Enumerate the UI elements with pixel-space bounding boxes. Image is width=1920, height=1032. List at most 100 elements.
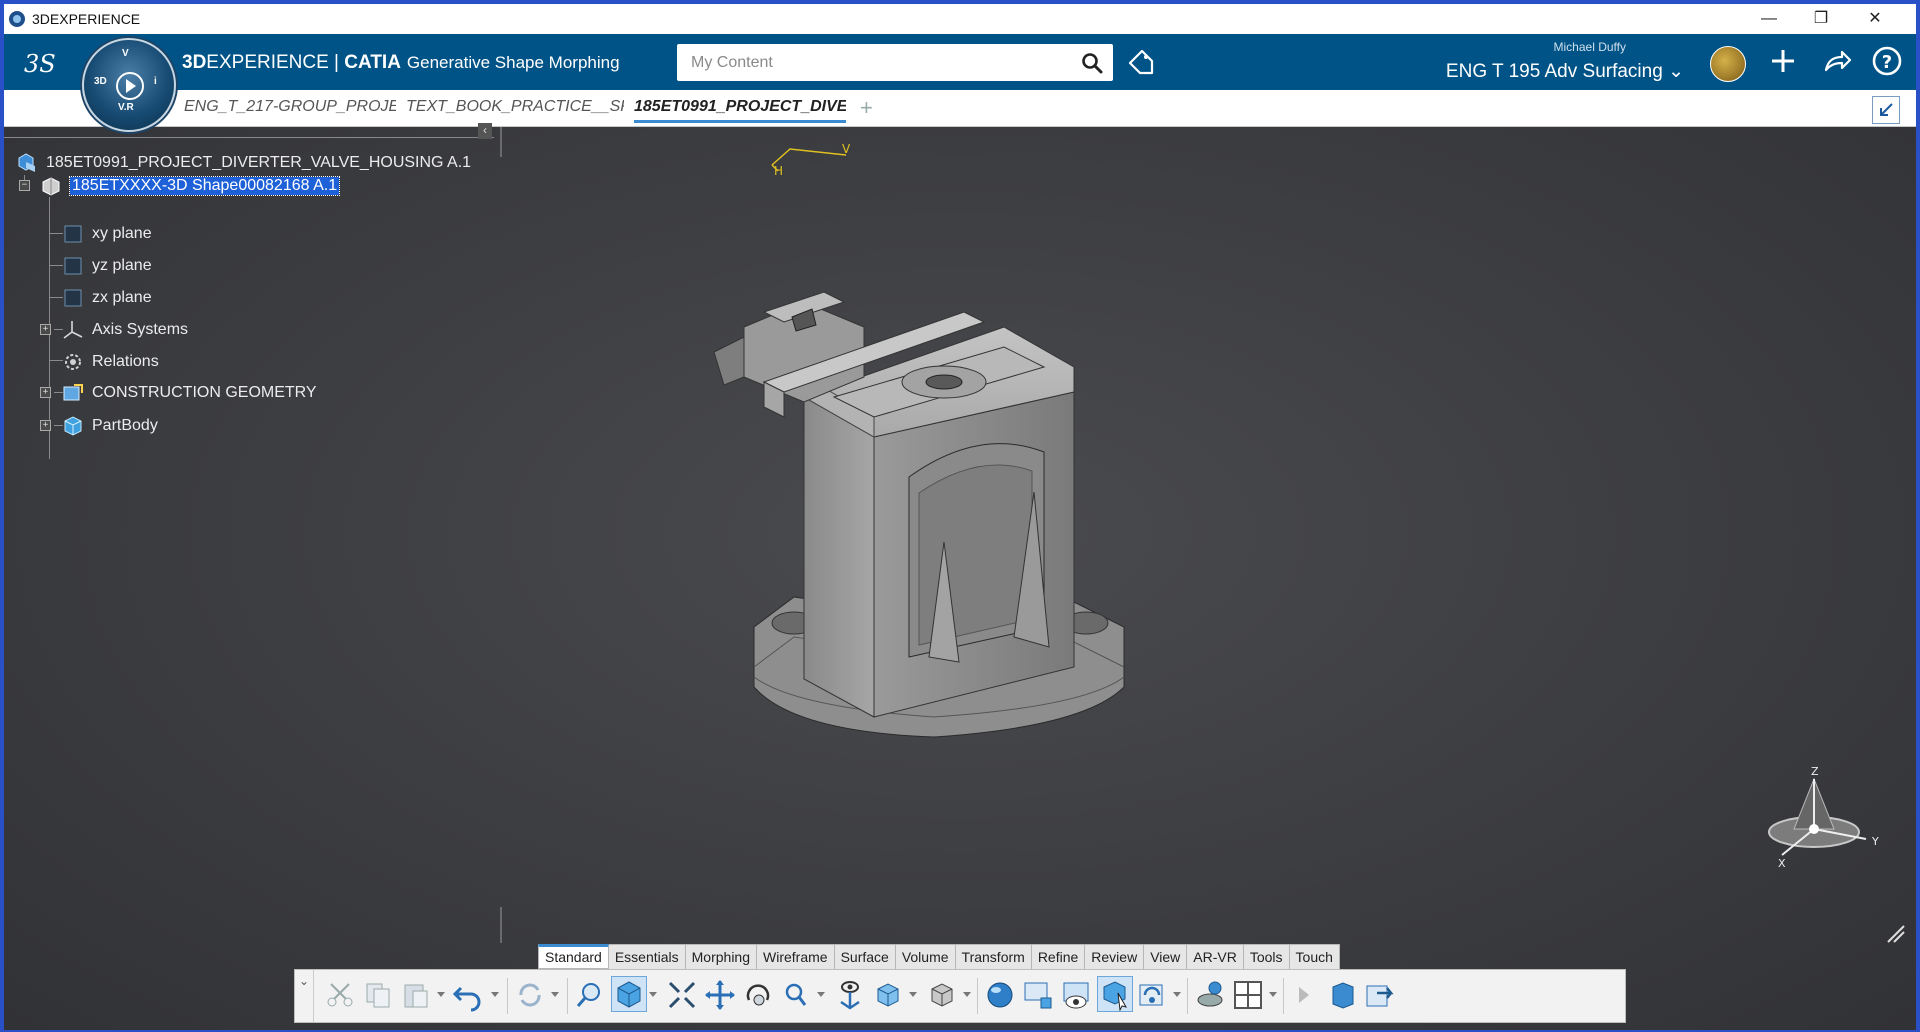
perspective-icon[interactable] <box>1325 978 1359 1012</box>
zx-plane-label: zx plane <box>92 289 152 306</box>
fit-all-in-icon[interactable] <box>665 978 699 1012</box>
tree-node-yz-plane[interactable]: yz plane <box>62 253 152 279</box>
3d-viewport[interactable]: ‹ 185ET0991_PROJECT_DIVERTER_VALVE_HOUSI… <box>4 123 1916 1030</box>
tree-node-axis-systems[interactable]: Axis Systems <box>62 317 188 343</box>
view-mode-dropdown-icon[interactable] <box>649 992 657 997</box>
share-icon[interactable] <box>1820 44 1854 78</box>
cut-icon[interactable] <box>323 978 357 1012</box>
rotate-icon[interactable] <box>741 978 775 1012</box>
chevron-down-icon: ⌄ <box>1668 61 1684 82</box>
zoom-dropdown-icon[interactable] <box>817 992 825 997</box>
axis-system-icon <box>63 321 83 339</box>
section-tab-volume[interactable]: Volume <box>895 944 956 970</box>
tree-splitter-bottom[interactable] <box>500 907 502 943</box>
layout-dropdown-icon[interactable] <box>1269 992 1277 997</box>
render-style-dropdown-icon[interactable] <box>963 992 971 997</box>
search-icon[interactable] <box>1081 52 1103 74</box>
add-tab-icon[interactable]: + <box>860 95 873 121</box>
3d-orientation-compass[interactable]: Z Y X <box>1754 767 1904 887</box>
brand-separator: | <box>328 52 345 73</box>
normal-view-icon[interactable] <box>833 978 867 1012</box>
standard-views-icon[interactable] <box>871 978 905 1012</box>
pan-icon[interactable] <box>703 978 737 1012</box>
tree-node-construction-geometry[interactable]: CONSTRUCTION GEOMETRY <box>62 380 317 406</box>
collaborative-space-selector[interactable]: ENG T 195 Adv Surfacing ⌄ <box>1446 60 1684 83</box>
selection-mode-icon[interactable] <box>1097 976 1133 1012</box>
tab-185et0991-project[interactable]: 185ET0991_PROJECT_DIVE <box>634 98 846 123</box>
expand-node-icon[interactable]: + <box>40 324 51 335</box>
expand-node-icon[interactable]: + <box>40 387 51 398</box>
section-tab-ar-vr[interactable]: AR-VR <box>1187 944 1244 970</box>
undo-icon[interactable] <box>451 978 485 1012</box>
tree-node-partbody[interactable]: PartBody <box>62 413 158 439</box>
plane-icon <box>64 225 82 243</box>
multi-view-icon[interactable] <box>1021 978 1055 1012</box>
hide-show-icon[interactable] <box>1059 978 1093 1012</box>
help-icon[interactable]: ? <box>1870 44 1904 78</box>
section-tab-surface[interactable]: Surface <box>834 944 896 970</box>
tag-icon[interactable] <box>1126 47 1156 77</box>
app-subtitle: Generative Shape Morphing <box>406 53 620 72</box>
undo-dropdown-icon[interactable] <box>491 992 499 997</box>
relations-icon <box>65 354 81 370</box>
app-window: 3DEXPERIENCE — ❐ ✕ 3S 3DEXPERIENCE | CAT… <box>4 4 1916 1030</box>
tab-eng-t-217[interactable]: ENG_T_217-GROUP_PROJECT <box>184 98 396 116</box>
resize-grip-icon[interactable] <box>1884 922 1908 946</box>
3ds-logo-icon[interactable]: 3S <box>20 44 60 80</box>
swap-visible-dropdown-icon[interactable] <box>1173 992 1181 997</box>
avatar[interactable] <box>1710 46 1746 82</box>
tree-node-xy-plane[interactable]: xy plane <box>62 221 152 247</box>
add-icon[interactable] <box>1766 44 1800 78</box>
lighting-icon[interactable] <box>1193 978 1227 1012</box>
standard-views-dropdown-icon[interactable] <box>909 992 917 997</box>
section-tab-wireframe[interactable]: Wireframe <box>757 944 835 970</box>
section-tab-morphing[interactable]: Morphing <box>685 944 758 970</box>
restore-button[interactable]: ❐ <box>1796 4 1846 34</box>
collapse-node-icon[interactable]: − <box>19 180 30 191</box>
section-tab-review[interactable]: Review <box>1085 944 1145 970</box>
section-tab-touch[interactable]: Touch <box>1289 944 1340 970</box>
chevron-down-icon[interactable]: ⌄ <box>295 970 314 1022</box>
chevron-left-icon[interactable]: ‹ <box>478 123 492 139</box>
tree-splitter[interactable] <box>500 127 502 157</box>
section-tab-transform[interactable]: Transform <box>955 944 1032 970</box>
tree-node-part[interactable]: 185ETXXXX-3D Shape00082168 A.1 <box>40 173 341 199</box>
section-tab-standard[interactable]: Standard <box>538 944 609 969</box>
section-tab-essentials[interactable]: Essentials <box>608 944 686 970</box>
section-tab-view[interactable]: View <box>1144 944 1188 970</box>
editor-tab-bar: ENG_T_217-GROUP_PROJECT TEXT_BOOK_PRACTI… <box>4 90 1916 127</box>
render-style-icon[interactable] <box>925 978 959 1012</box>
copy-icon[interactable] <box>361 978 395 1012</box>
capture-icon[interactable] <box>1363 978 1397 1012</box>
update-dropdown-icon[interactable] <box>551 992 559 997</box>
play-icon[interactable] <box>116 72 144 100</box>
sketch-axis-indicator: H V <box>771 143 851 178</box>
section-tab-tools[interactable]: Tools <box>1243 944 1290 970</box>
tab-text-book-practice[interactable]: TEXT_BOOK_PRACTICE__SPRI <box>406 98 624 116</box>
zoom-icon[interactable] <box>779 978 813 1012</box>
valve-housing-model[interactable] <box>704 267 1304 827</box>
collapse-icon[interactable] <box>1872 96 1900 124</box>
close-button[interactable]: ✕ <box>1850 4 1900 34</box>
expand-node-icon[interactable]: + <box>40 420 51 431</box>
swap-visible-space-icon[interactable] <box>1135 978 1169 1012</box>
svg-text:?: ? <box>1882 52 1892 73</box>
svg-text:3S: 3S <box>24 50 56 78</box>
compass-widget[interactable]: 3D V i V.R <box>82 38 176 132</box>
paste-icon[interactable] <box>399 978 433 1012</box>
zoom-all-icon[interactable] <box>573 978 607 1012</box>
tree-node-zx-plane[interactable]: zx plane <box>62 285 152 311</box>
ambiance-icon[interactable] <box>983 978 1017 1012</box>
tree-node-relations[interactable]: Relations <box>62 349 159 375</box>
layout-icon[interactable] <box>1231 978 1265 1012</box>
top-bar: 3S 3DEXPERIENCE | CATIA Generative Shape … <box>4 34 1916 90</box>
axis-h-label: H <box>774 164 783 178</box>
play-icon[interactable] <box>1287 978 1321 1012</box>
user-name[interactable]: Michael Duffy <box>1554 40 1626 54</box>
update-icon[interactable] <box>513 978 547 1012</box>
paste-dropdown-icon[interactable] <box>437 992 445 997</box>
section-tab-refine[interactable]: Refine <box>1031 944 1086 970</box>
search-input[interactable] <box>689 52 1063 74</box>
minimize-button[interactable]: — <box>1744 4 1794 34</box>
view-mode-icon[interactable] <box>611 976 647 1012</box>
